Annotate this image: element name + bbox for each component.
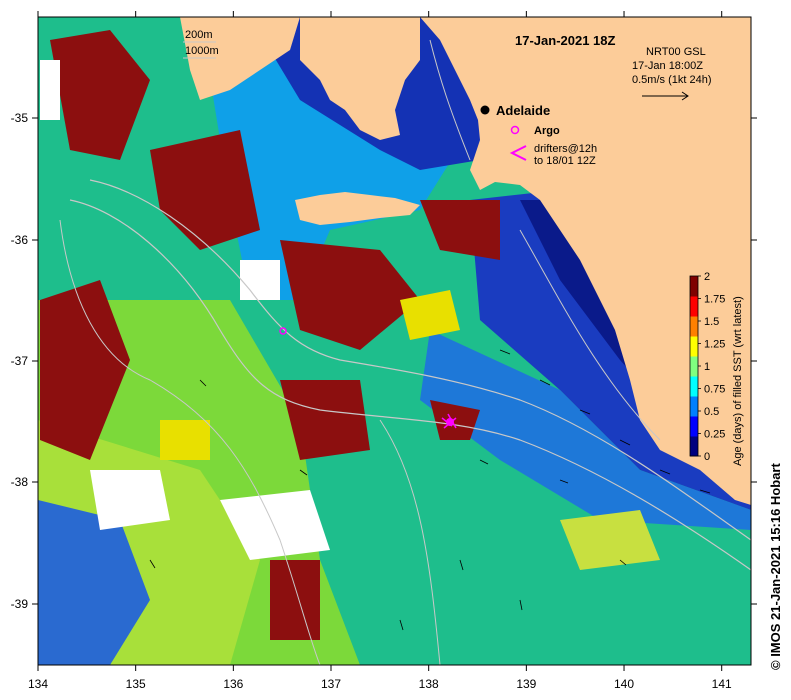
city-label: Adelaide — [496, 103, 550, 118]
colorbar-label: 1.5 — [704, 316, 719, 328]
lon-tick-label: 140 — [614, 677, 634, 691]
isobath-200m-label: 200m — [185, 29, 213, 41]
colorbar-segment — [690, 296, 698, 317]
colorbar-label: 1.75 — [704, 294, 725, 306]
lat-tick-label: -36 — [11, 233, 29, 247]
gap-white-west — [90, 470, 170, 530]
lon-tick-label: 141 — [712, 677, 732, 691]
colorbar-label: 0.5 — [704, 406, 719, 418]
lon-tick-label: 137 — [321, 677, 341, 691]
map-date-title: 17-Jan-2021 18Z — [515, 33, 616, 48]
colorbar-label: 2 — [704, 271, 710, 283]
colorbar-title: Age (days) of filled SST (wrt latest) — [732, 296, 744, 466]
lon-tick-label: 139 — [516, 677, 536, 691]
product-line1: NRT00 GSL — [646, 46, 706, 58]
colorbar-segment — [690, 416, 698, 437]
gap-white-central — [240, 260, 280, 300]
product-line3: 0.5m/s (1kt 24h) — [632, 74, 711, 86]
colorbar-label: 1 — [704, 361, 710, 373]
lon-tick-label: 136 — [223, 677, 243, 691]
drifter-label-line1: drifters@12h — [534, 143, 597, 155]
argo-label: Argo — [534, 125, 560, 137]
product-line2: 17-Jan 18:00Z — [632, 60, 703, 72]
colorbar-label: 1.25 — [704, 339, 725, 351]
patch-yellow-2 — [160, 420, 210, 460]
colorbar-label: 0.25 — [704, 429, 725, 441]
lon-tick-label: 134 — [28, 677, 48, 691]
colorbar-segment — [690, 276, 698, 297]
cluster-red-bottom — [270, 560, 320, 640]
map-plot-area — [38, 17, 751, 665]
drifter-label-line2: to 18/01 12Z — [534, 155, 596, 167]
gap-white-nw — [40, 60, 60, 120]
lat-tick-label: -38 — [11, 475, 29, 489]
sst-age-map: 134 135 136 137 138 139 140 141 -35 -36 -37 -38 -39… — [11, 11, 783, 691]
colorbar-segment — [690, 376, 698, 397]
colorbar-segment — [690, 356, 698, 377]
lon-tick-label: 138 — [419, 677, 439, 691]
colorbar-segment — [690, 396, 698, 417]
lat-tick-label: -39 — [11, 597, 29, 611]
lat-tick-label: -35 — [11, 111, 29, 125]
colorbar-label: 0.75 — [704, 384, 725, 396]
lat-tick-label: -37 — [11, 354, 29, 368]
lon-tick-label: 135 — [126, 677, 146, 691]
colorbar-segment — [690, 336, 698, 357]
isobath-1000m-label: 1000m — [185, 45, 219, 57]
colorbar-segment — [690, 436, 698, 457]
colorbar-label: 0 — [704, 451, 710, 463]
city-marker-icon — [480, 105, 490, 115]
credit-text: © IMOS 21-Jan-2021 15:16 Hobart — [768, 463, 783, 670]
colorbar-segment — [690, 316, 698, 337]
